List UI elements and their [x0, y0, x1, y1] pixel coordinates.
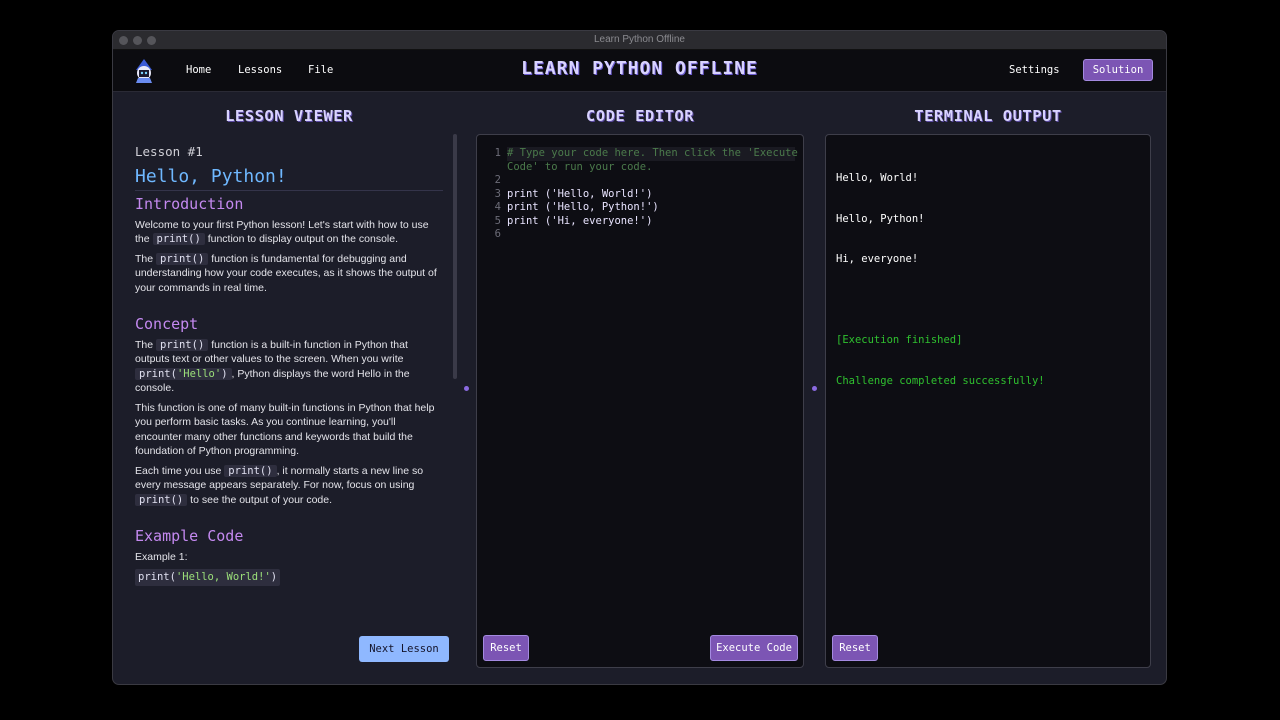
terminal-line: Hello, World!: [836, 172, 919, 184]
concept-paragraph-3: Each time you use print(), it normally s…: [135, 464, 424, 506]
execute-code-button[interactable]: Execute Code: [710, 635, 798, 661]
code-line: 3 print ('Hello, World!'): [494, 187, 653, 200]
concept-paragraph-1: The print() function is a built-in funct…: [135, 338, 410, 394]
title-bar: Learn Python Offline: [113, 31, 1166, 50]
inline-code-hello: print('Hello'): [135, 367, 232, 380]
code-line: 1 # Type your code here. Then click the '…: [494, 147, 798, 161]
panel-resize-handle[interactable]: [464, 386, 469, 391]
intro-paragraph-2: The print() function is fundamental for …: [135, 252, 437, 294]
lesson-scrollbar[interactable]: [453, 134, 457, 379]
code-line: Code' to run your code.: [507, 160, 653, 173]
app-window: Learn Python Offline Home Lessons File L…: [112, 30, 1167, 685]
concept-paragraph-2: This function is one of many built-in fu…: [135, 401, 435, 458]
example-code-heading: Example Code: [135, 527, 244, 545]
code-editor-heading: Code Editor: [585, 107, 695, 125]
top-navbar: Home Lessons File Learn Python Offline S…: [113, 50, 1166, 92]
code-editor-text[interactable]: 1 # Type your code here. Then click the '…: [487, 147, 798, 242]
terminal-status-line: [Execution finished]: [836, 334, 963, 346]
code-line: 6: [494, 228, 501, 240]
next-lesson-button[interactable]: Next Lesson: [359, 636, 449, 662]
nav-settings[interactable]: Settings: [1009, 64, 1060, 76]
example-code-block: print('Hello, World!'): [135, 569, 281, 586]
inline-code: print(): [156, 338, 209, 351]
terminal-line: Hi, everyone!: [836, 253, 919, 265]
lesson-viewer-heading: Lesson Viewer: [225, 107, 353, 125]
terminal-reset-button[interactable]: Reset: [832, 635, 878, 661]
terminal-output: Hello, World! Hello, Python! Hi, everyon…: [836, 145, 1045, 415]
example-label: Example 1:: [135, 550, 188, 563]
inline-code: print(): [135, 493, 188, 506]
lesson-content: Lesson #1 Hello, Python! Introduction We…: [135, 137, 443, 627]
concept-heading: Concept: [135, 315, 199, 333]
window-title: Learn Python Offline: [594, 34, 685, 45]
inline-code: print(): [224, 464, 277, 477]
code-line: 5 print ('Hi, everyone!'): [494, 214, 653, 227]
terminal-line: Hello, Python!: [836, 212, 925, 225]
inline-code: print(): [152, 233, 205, 245]
lesson-number: Lesson #1: [135, 144, 203, 159]
terminal-status-line: Challenge completed successfully!: [836, 374, 1045, 387]
solution-button[interactable]: Solution: [1083, 59, 1153, 81]
terminal-output-heading: Terminal Output: [914, 107, 1062, 125]
code-line: 4 print ('Hello, Python!'): [494, 201, 659, 213]
introduction-heading: Introduction: [135, 195, 244, 213]
editor-reset-button[interactable]: Reset: [483, 635, 529, 661]
terminal-panel: Hello, World! Hello, Python! Hi, everyon…: [825, 134, 1151, 668]
inline-code: print(): [156, 252, 209, 265]
code-line: 2: [494, 174, 501, 186]
code-editor[interactable]: 1 # Type your code here. Then click the '…: [476, 134, 804, 668]
panel-resize-handle[interactable]: [812, 386, 817, 391]
intro-paragraph-1: Welcome to your first Python lesson! Let…: [135, 218, 429, 245]
lesson-title: Hello, Python!: [135, 167, 443, 191]
